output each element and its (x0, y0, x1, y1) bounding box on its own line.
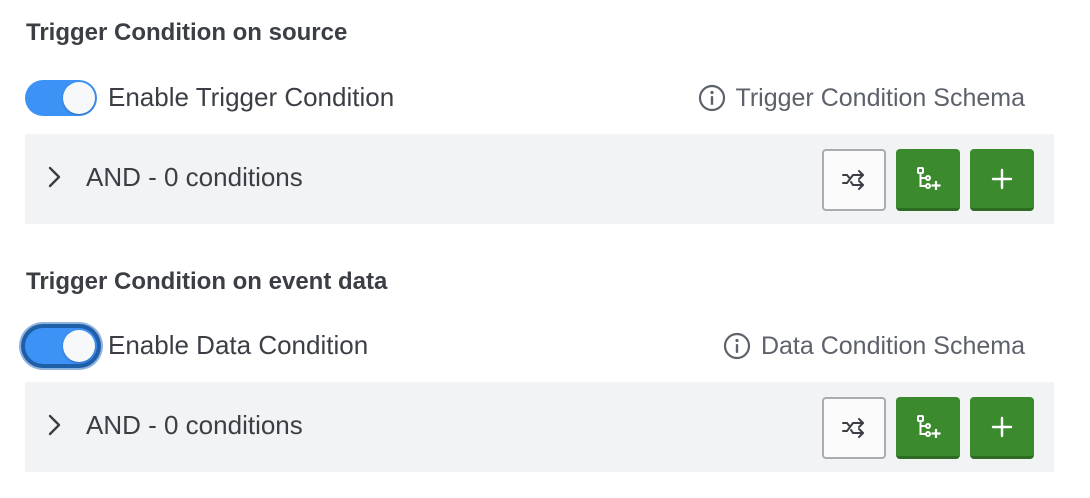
shuffle-icon (842, 418, 864, 438)
schema-link-label: Trigger Condition Schema (735, 83, 1026, 112)
conditions-label: AND - 0 conditions (86, 410, 303, 440)
swap-button[interactable] (822, 149, 886, 211)
schema-link-label: Data Condition Schema (760, 331, 1025, 360)
tree-add-icon (917, 166, 941, 190)
section-title: Trigger Condition on source (26, 19, 348, 46)
trigger-condition-schema-link[interactable]: Trigger Condition Schema (698, 80, 1026, 116)
plus-icon (991, 168, 1013, 189)
toggle-knob (63, 82, 95, 114)
shuffle-icon (842, 170, 864, 190)
add-group-button[interactable] (896, 149, 960, 211)
chevron-right-icon[interactable] (45, 412, 65, 438)
add-group-button[interactable] (896, 397, 960, 459)
plus-icon (991, 416, 1013, 437)
tree-add-icon (917, 414, 941, 438)
section-title: Trigger Condition on event data (26, 268, 388, 295)
conditions-label: AND - 0 conditions (86, 162, 303, 192)
conditions-panel: AND - 0 conditions (25, 134, 1054, 224)
add-condition-button[interactable] (970, 397, 1034, 459)
toggle-knob (63, 330, 95, 362)
info-icon (698, 84, 725, 112)
toggle-label: Enable Data Condition (108, 330, 369, 360)
enable-trigger-condition-toggle[interactable] (25, 80, 97, 116)
add-condition-button[interactable] (970, 149, 1034, 211)
data-condition-schema-link[interactable]: Data Condition Schema (723, 328, 1025, 364)
toggle-row: Enable Data Condition Data Condition Sch… (25, 328, 1025, 368)
chevron-right-icon[interactable] (45, 164, 65, 190)
swap-button[interactable] (822, 397, 886, 459)
enable-data-condition-toggle[interactable] (25, 328, 97, 364)
toggle-row: Enable Trigger Condition Trigger Conditi… (25, 80, 1025, 120)
info-icon (723, 332, 751, 360)
toggle-label: Enable Trigger Condition (108, 82, 395, 112)
conditions-panel: AND - 0 conditions (25, 382, 1054, 472)
